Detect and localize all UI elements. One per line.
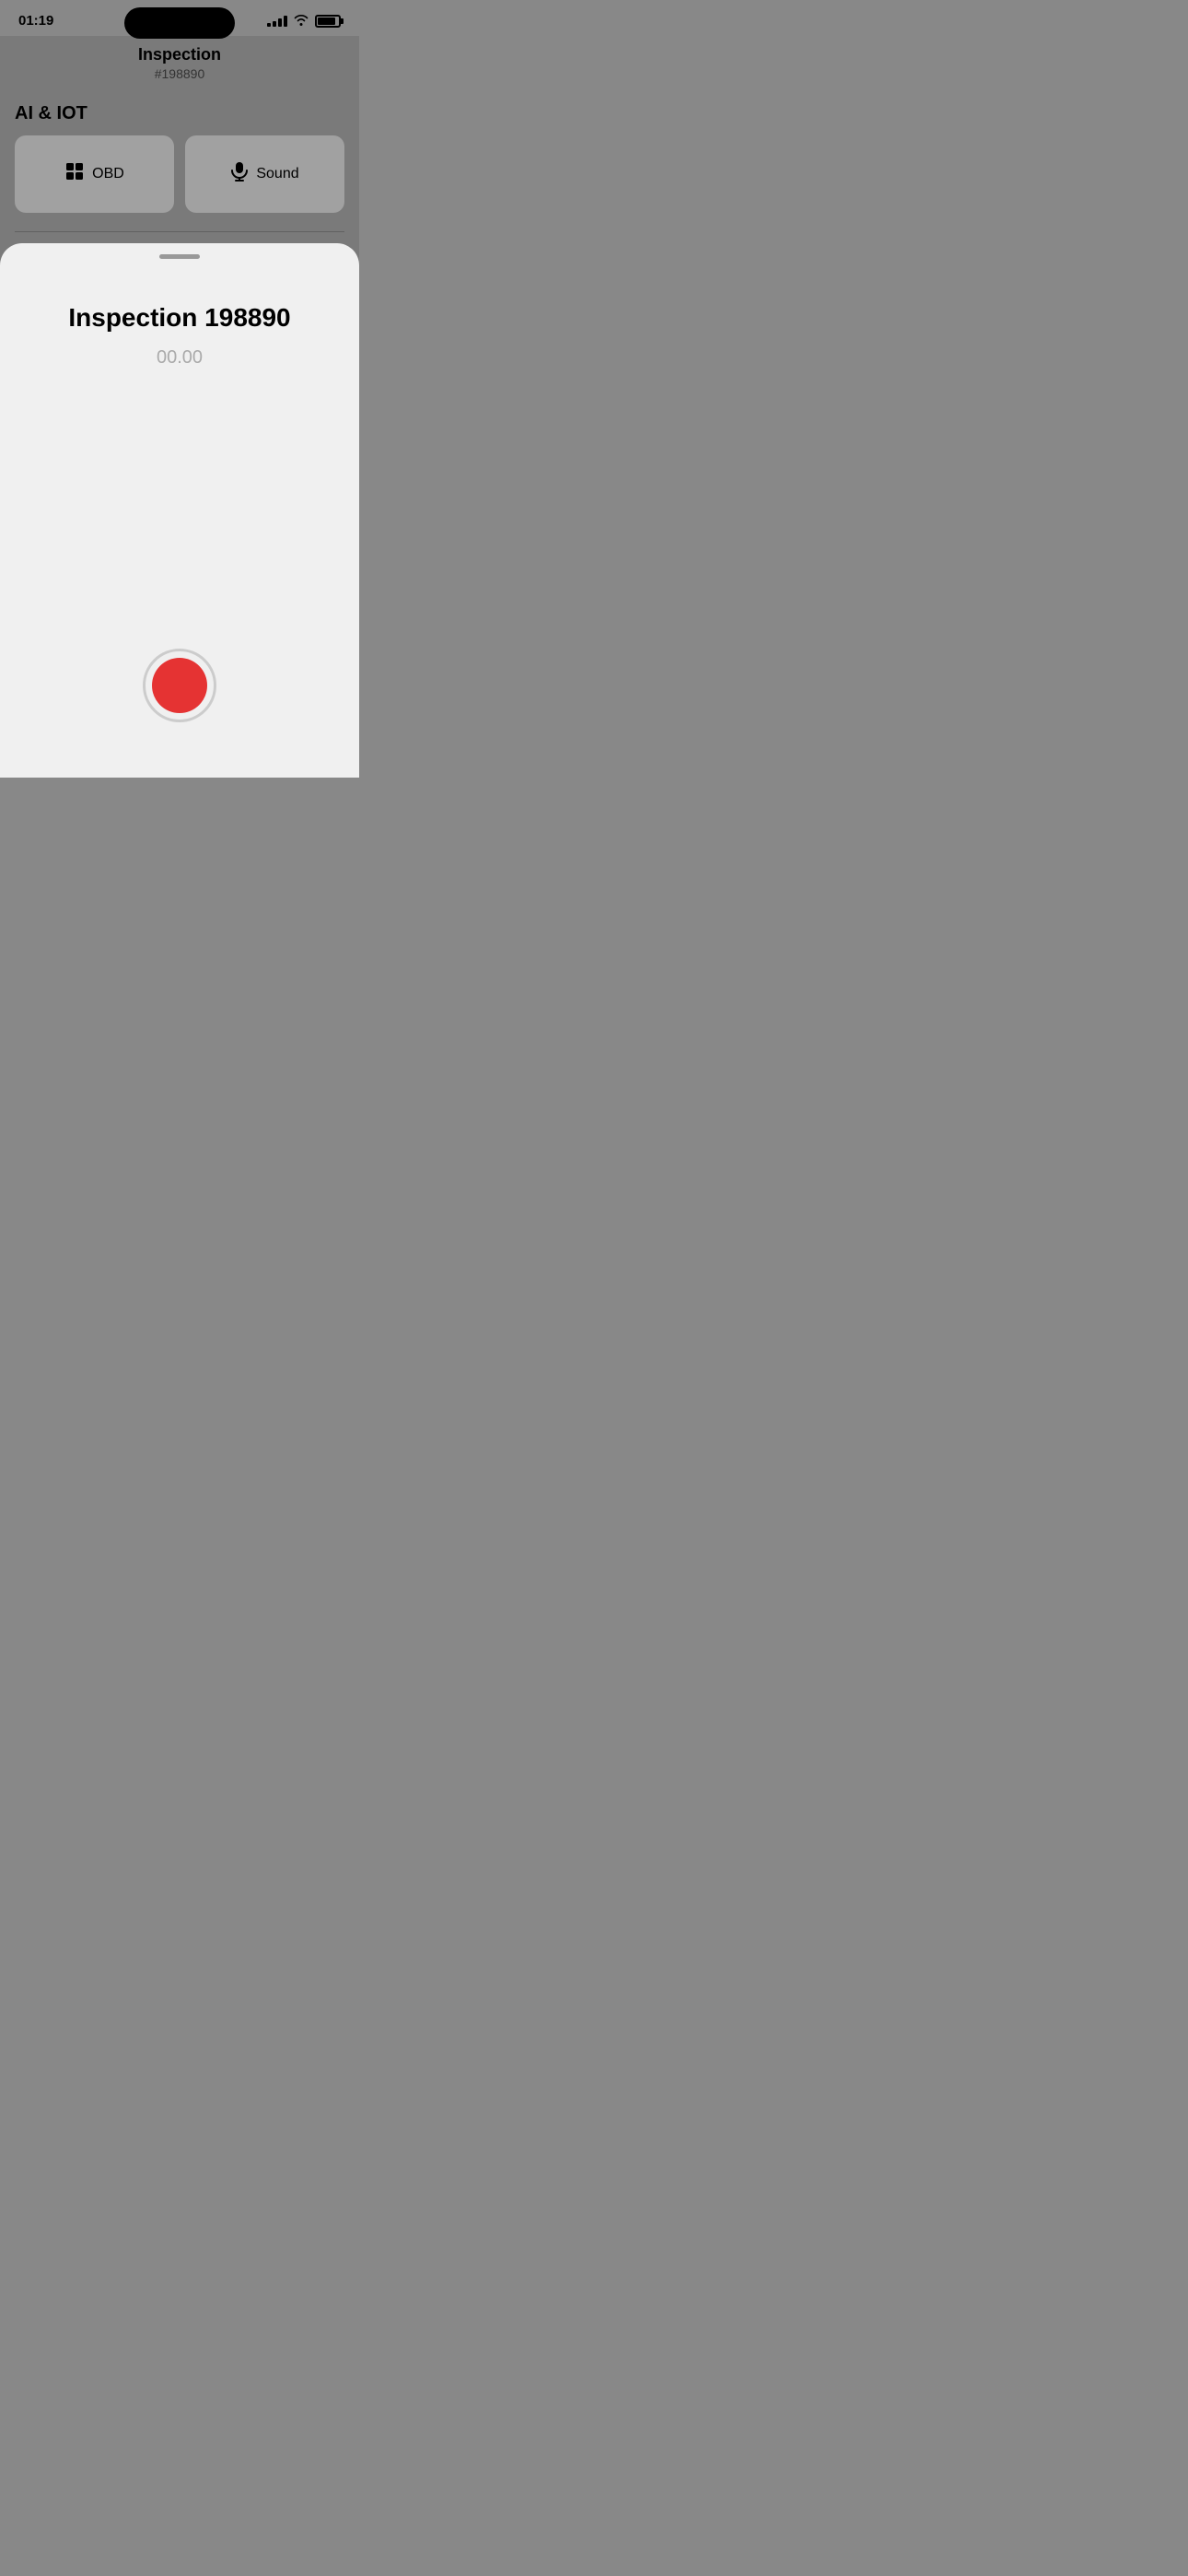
sheet-title: Inspection 198890 — [68, 303, 290, 333]
status-bar: 01:19 — [0, 0, 359, 36]
record-inner-circle — [152, 658, 207, 713]
status-time: 01:19 — [18, 13, 53, 29]
sound-label: Sound — [256, 166, 298, 182]
obd-label: OBD — [92, 166, 124, 182]
sound-card[interactable]: Sound — [185, 135, 344, 213]
obd-icon — [64, 161, 85, 187]
microphone-icon — [230, 161, 249, 187]
signal-icon — [267, 16, 287, 27]
divider — [15, 231, 344, 232]
sheet-timer: 00.00 — [157, 347, 203, 369]
status-icons — [267, 13, 341, 29]
obd-card[interactable]: OBD — [15, 135, 174, 213]
ai-iot-section: AI & IOT OBD — [0, 96, 359, 228]
nav-header: Inspection #198890 — [0, 36, 359, 96]
bottom-sheet: Inspection 198890 00.00 — [0, 243, 359, 778]
page-subtitle: #198890 — [18, 66, 341, 81]
record-button-wrap — [143, 649, 216, 722]
sheet-handle — [159, 254, 200, 259]
ai-iot-label: AI & IOT — [15, 96, 344, 124]
record-button[interactable] — [143, 649, 216, 722]
ai-iot-grid: OBD Sound — [15, 135, 344, 213]
dynamic-island — [124, 7, 235, 39]
battery-icon — [315, 15, 341, 28]
wifi-icon — [293, 13, 309, 29]
page-title: Inspection — [18, 45, 341, 64]
